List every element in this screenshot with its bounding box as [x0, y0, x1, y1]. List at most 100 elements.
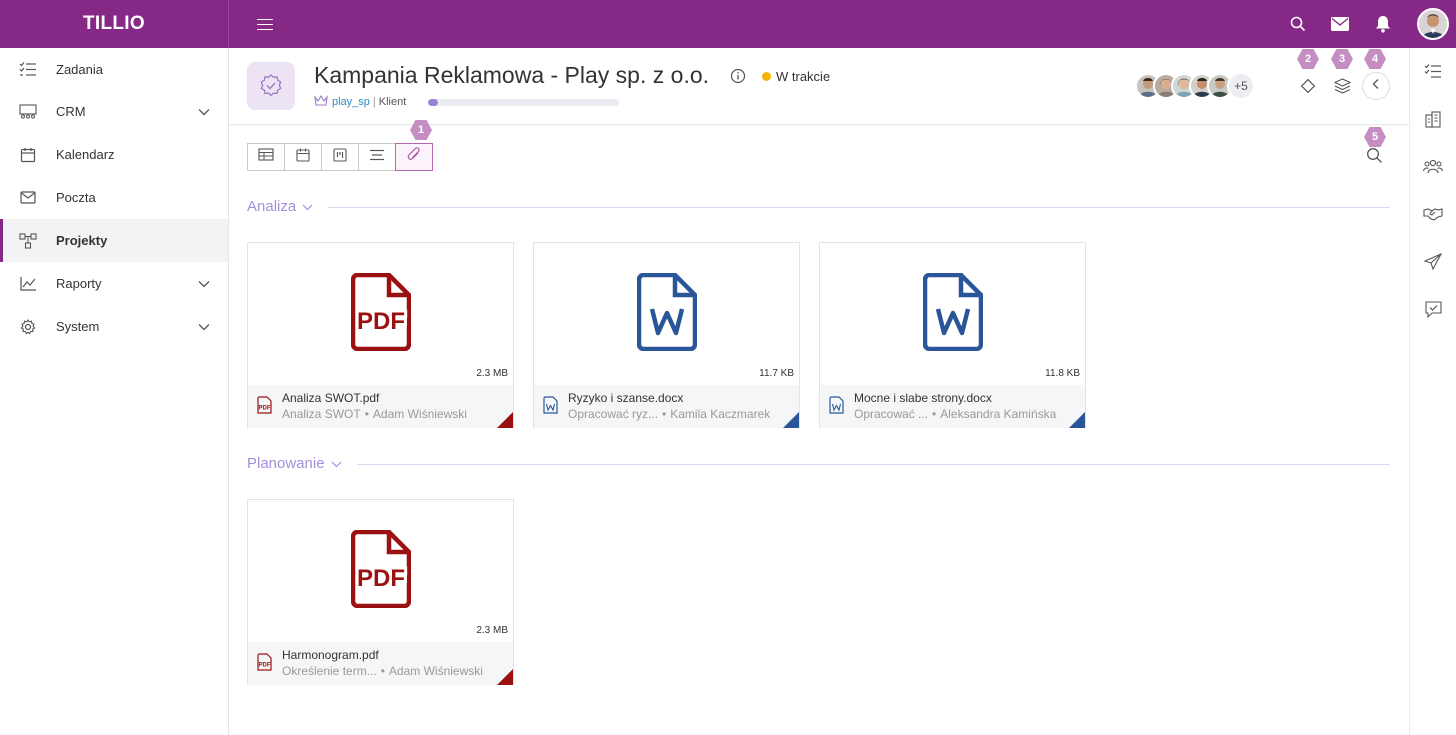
- menu-toggle-icon[interactable]: [257, 15, 273, 33]
- paperclip-icon: [407, 146, 421, 168]
- client-link[interactable]: play_sp: [332, 96, 370, 108]
- status-label: W trakcie: [776, 69, 831, 84]
- chat-check-icon[interactable]: [1422, 298, 1444, 320]
- client-role: Klient: [378, 96, 407, 108]
- file-author: Aleksandra Kamińska: [940, 407, 1057, 421]
- list-view-button[interactable]: [358, 143, 396, 171]
- sidebar-item-crm[interactable]: CRM: [0, 90, 228, 133]
- team-members[interactable]: +5: [1135, 72, 1255, 100]
- word-file-icon: [636, 272, 697, 356]
- chevron-down-icon: [198, 276, 210, 291]
- pdf-file-icon: PDF: [350, 529, 411, 613]
- bell-icon[interactable]: [1371, 12, 1395, 36]
- sidebar-item-system[interactable]: System: [0, 305, 228, 348]
- crown-icon: [314, 94, 328, 109]
- word-file-icon: [829, 396, 844, 419]
- sidebar-item-raporty[interactable]: Raporty: [0, 262, 228, 305]
- file-card[interactable]: PDF 2.3 MB PDF Analiza SWOT.pdf Analiza …: [247, 242, 514, 428]
- file-author: Kamila Kaczmarek: [670, 407, 771, 421]
- project-header: Kampania Reklamowa - Play sp. z o.o. W t…: [229, 48, 1409, 125]
- file-meta: Analiza SWOT • Adam Wiśniewski: [282, 407, 467, 421]
- file-size: 11.7 KB: [759, 368, 794, 379]
- building-icon[interactable]: [1422, 108, 1444, 130]
- svg-text:PDF: PDF: [357, 308, 405, 335]
- progress-fill: [428, 99, 438, 106]
- tasks-icon[interactable]: [1422, 60, 1444, 82]
- section-divider: [357, 464, 1390, 465]
- handshake-icon[interactable]: [1422, 203, 1444, 225]
- file-type-corner: [1069, 412, 1085, 428]
- sidebar-item-kalendarz[interactable]: Kalendarz: [0, 133, 228, 176]
- file-name: Ryzyko i szanse.docx: [568, 391, 684, 405]
- layers-icon[interactable]: [1329, 73, 1355, 99]
- attachments-view-button[interactable]: [395, 143, 433, 171]
- svg-text:PDF: PDF: [259, 663, 271, 669]
- section-title: Planowanie: [247, 455, 325, 472]
- search-icon[interactable]: [1286, 12, 1310, 36]
- file-card[interactable]: 11.7 KB Ryzyko i szanse.docx Opracować r…: [533, 242, 800, 428]
- section-toggle-analiza[interactable]: Analiza: [247, 198, 313, 215]
- chevron-down-icon: [198, 319, 210, 334]
- file-task: Analiza SWOT: [282, 407, 361, 421]
- mail-icon[interactable]: [1328, 12, 1352, 36]
- chevron-left-icon: [1372, 77, 1380, 95]
- info-icon[interactable]: [730, 68, 746, 89]
- bullet-separator: •: [380, 664, 385, 678]
- svg-text:PDF: PDF: [357, 565, 405, 592]
- file-info: Ryzyko i szanse.docx Opracować ryz... • …: [534, 385, 799, 428]
- collapse-panel-button[interactable]: [1362, 72, 1390, 100]
- file-card[interactable]: PDF 2.3 MB PDF Harmonogram.pdf Określeni…: [247, 499, 514, 685]
- file-size: 11.8 KB: [1045, 368, 1080, 379]
- file-preview: [820, 243, 1085, 385]
- progress-bar: [428, 99, 619, 106]
- chevron-down-icon: [331, 455, 342, 472]
- table-view-button[interactable]: [247, 143, 285, 171]
- pdf-file-icon: PDF: [350, 272, 411, 356]
- sidebar-item-label: System: [56, 319, 100, 334]
- file-type-corner: [783, 412, 799, 428]
- file-name: Mocne i slabe strony.docx: [854, 391, 992, 405]
- divider: |: [372, 96, 376, 108]
- users-icon[interactable]: [1422, 155, 1444, 177]
- calendar-view-button[interactable]: [284, 143, 322, 171]
- file-card[interactable]: 11.8 KB Mocne i slabe strony.docx Opraco…: [819, 242, 1086, 428]
- chart-icon: [18, 274, 38, 294]
- sidebar: Zadania CRM Kalendarz Poczta Projekty Ra…: [0, 48, 229, 735]
- search-icon[interactable]: [1366, 147, 1383, 169]
- pdf-file-icon: PDF: [257, 653, 272, 676]
- sidebar-item-label: Raporty: [56, 276, 102, 291]
- kanban-view-button[interactable]: [321, 143, 359, 171]
- send-icon[interactable]: [1422, 250, 1444, 272]
- diamond-icon[interactable]: [1295, 73, 1321, 99]
- page-title: Kampania Reklamowa - Play sp. z o.o.: [314, 62, 710, 88]
- file-author: Adam Wiśniewski: [388, 664, 483, 678]
- user-avatar[interactable]: [1417, 8, 1449, 40]
- sidebar-item-poczta[interactable]: Poczta: [0, 176, 228, 219]
- chevron-down-icon: [198, 104, 210, 119]
- status-badge: W trakcie: [762, 69, 830, 84]
- section-toggle-planowanie[interactable]: Planowanie: [247, 455, 342, 472]
- view-switcher: [247, 143, 433, 171]
- hint-badge-5: 5: [1364, 127, 1386, 147]
- sidebar-item-label: Kalendarz: [56, 147, 115, 162]
- kanban-icon: [333, 147, 347, 167]
- file-preview: PDF: [248, 243, 513, 385]
- project-logo: [247, 62, 295, 110]
- crm-icon: [18, 102, 38, 122]
- chevron-down-icon: [302, 198, 313, 215]
- sidebar-item-label: Projekty: [56, 233, 108, 248]
- bullet-separator: •: [662, 407, 667, 421]
- projects-icon: [18, 231, 38, 251]
- file-meta: Opracować ryz... • Kamila Kaczmarek: [568, 407, 770, 421]
- sidebar-item-zadania[interactable]: Zadania: [0, 48, 228, 90]
- more-members-count[interactable]: +5: [1227, 72, 1255, 100]
- pdf-file-icon: PDF: [257, 396, 272, 419]
- brand-logo[interactable]: TILLIO: [0, 0, 229, 48]
- sidebar-item-projekty[interactable]: Projekty: [0, 219, 228, 262]
- section-divider: [328, 207, 1390, 208]
- section-title: Analiza: [247, 198, 297, 215]
- file-info: PDF Harmonogram.pdf Określenie term... •…: [248, 642, 513, 685]
- file-preview: PDF: [248, 500, 513, 642]
- bullet-separator: •: [932, 407, 937, 421]
- file-author: Adam Wiśniewski: [372, 407, 467, 421]
